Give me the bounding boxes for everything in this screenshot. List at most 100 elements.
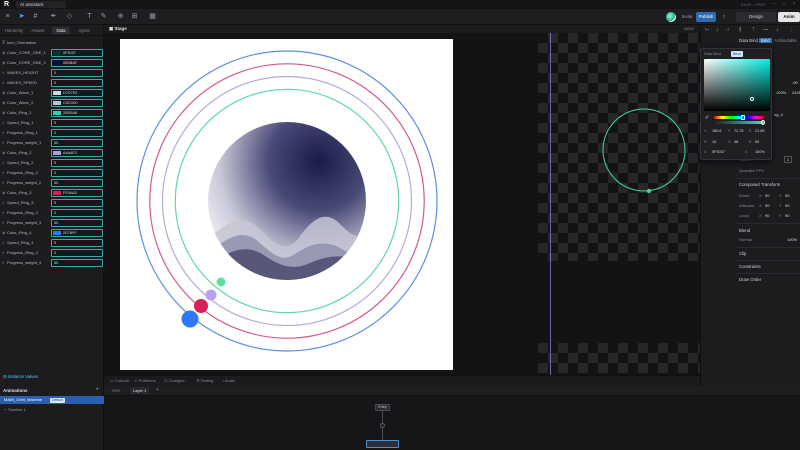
sv-picker-knob[interactable] <box>750 97 754 101</box>
align-right-icon[interactable]: ⊣ <box>725 27 729 33</box>
rotation-value[interactable]: 2405 <box>792 90 800 95</box>
saturation-brightness-area[interactable] <box>704 59 770 111</box>
color-value-field[interactable]: 0F3037 <box>51 49 103 57</box>
speed-input[interactable]: 1 <box>784 156 793 163</box>
align-center-icon[interactable]: ⊥ <box>715 27 719 33</box>
number-value-field[interactable]: 0 <box>51 79 103 87</box>
color-swatch[interactable] <box>53 61 61 65</box>
orbit-dot-1[interactable] <box>216 277 226 287</box>
tab-assets[interactable]: Assets <box>28 27 48 34</box>
x-value[interactable]: 90 <box>765 203 769 208</box>
bind-tab[interactable]: Bind <box>759 38 772 43</box>
constraints-header[interactable]: Constraints <box>739 264 761 269</box>
number-value-field[interactable]: 5 <box>51 119 103 127</box>
color-value-field[interactable]: A4A4E2 <box>51 149 103 157</box>
instance-values-toggle[interactable]: ⊟ Instance Values <box>3 374 38 380</box>
grid-tool-icon[interactable]: ▦ <box>148 12 157 21</box>
entry-node[interactable]: Entry <box>375 404 390 411</box>
graph-zoom[interactable]: 99% <box>112 388 120 393</box>
variable-row[interactable]: # Speed_Ring_1 5 <box>0 118 104 128</box>
invite-button[interactable]: Invite <box>680 12 694 22</box>
number-value-field[interactable]: 50 <box>51 259 103 267</box>
pen-tool-icon[interactable]: ✒ <box>49 12 58 21</box>
vertex-tool-icon[interactable]: ◇ <box>65 12 74 21</box>
variable-row[interactable]: # Progress_weight_4 50 <box>0 258 104 268</box>
add-tool-icon[interactable]: ⊕ <box>116 12 125 21</box>
variable-row[interactable]: # Progress_Ring_2 0 <box>0 168 104 178</box>
add-layer-icon[interactable]: + <box>156 387 159 393</box>
s-input[interactable]: 72.75 <box>734 129 744 133</box>
orbit-dot-3[interactable] <box>194 299 208 313</box>
align-middle-icon[interactable]: ⊶ <box>763 27 768 33</box>
variable-row[interactable]: # Progress_weight_1 50 <box>0 138 104 148</box>
orbit-dot-4[interactable] <box>181 310 199 328</box>
variable-row[interactable]: # WAVES_HEIGHT 0 <box>0 68 104 78</box>
opacity-value[interactable]: -90 <box>792 80 798 85</box>
variable-row[interactable]: ◉ Color_Ring_2 A4A4E2 <box>0 148 104 158</box>
number-value-field[interactable]: 0 <box>51 209 103 217</box>
picker-tab-data-bind[interactable]: Data Bind <box>704 51 721 57</box>
color-swatch[interactable] <box>53 51 61 55</box>
file-tab[interactable]: AI assistant <box>16 1 66 8</box>
number-value-field[interactable]: 0 <box>51 129 103 137</box>
b-input[interactable]: 21.65 <box>755 129 765 133</box>
hue-slider-knob[interactable] <box>741 115 745 120</box>
alpha-slider[interactable] <box>714 121 764 124</box>
composed-transform-header[interactable]: Composed Transform <box>739 182 780 187</box>
variable-row[interactable]: ◉ Color_CORE_ONE_2 0B0B4E <box>0 58 104 68</box>
color-value-field[interactable]: 0B0B4E <box>51 59 103 67</box>
variable-row[interactable]: # WAVES_SPEED 0 <box>0 78 104 88</box>
color-swatch[interactable] <box>53 111 61 115</box>
variable-row[interactable]: # Progress_weight_2 50 <box>0 178 104 188</box>
alpha-slider-knob[interactable] <box>761 120 765 125</box>
color-value-field[interactable]: 2D78FF <box>51 229 103 237</box>
blend-opacity[interactable]: 100% <box>787 237 797 242</box>
percent-value[interactable]: 100% <box>776 90 786 95</box>
number-value-field[interactable]: 50 <box>51 179 103 187</box>
variable-row[interactable]: ◉ Color_Wave_2 C0C0D0 <box>0 98 104 108</box>
close-button[interactable]: × <box>790 1 798 8</box>
minimize-button[interactable]: – <box>770 1 778 8</box>
r-input[interactable]: 15 <box>712 140 716 144</box>
align-bottom-icon[interactable]: ⊥ <box>775 27 779 33</box>
hue-slider[interactable] <box>714 116 764 119</box>
color-swatch[interactable] <box>53 101 61 105</box>
variable-row[interactable]: # Speed_Ring_4 5 <box>0 238 104 248</box>
picker-tab-bind[interactable]: Bind <box>731 51 743 57</box>
variable-row[interactable]: # Speed_Ring_2 5 <box>0 158 104 168</box>
color-swatch[interactable] <box>53 231 61 235</box>
alpha-input[interactable]: 100% <box>755 150 765 154</box>
frame-tool-icon[interactable]: # <box>31 12 40 21</box>
number-value-field[interactable]: 5 <box>51 159 103 167</box>
x-value[interactable]: 90 <box>765 193 769 198</box>
animation-state-node[interactable] <box>366 440 399 448</box>
animate-mode-button[interactable]: Anim <box>778 12 800 22</box>
tab-console[interactable]: ▭ Console <box>110 378 130 384</box>
color-value-field[interactable]: 2BD5A8 <box>51 109 103 117</box>
tab-problems[interactable]: ⚠ Problems <box>134 378 156 384</box>
publish-button[interactable]: Publish <box>696 12 716 22</box>
align-left-icon[interactable]: ⊢ <box>705 27 709 33</box>
blend-mode-select[interactable]: Normal <box>739 237 752 242</box>
tab-audio[interactable]: ♪ Audio <box>222 378 235 384</box>
variable-row[interactable]: ◉ Color_CORE_ONE_1 0F3037 <box>0 48 104 58</box>
transition-handle[interactable] <box>380 423 385 428</box>
unbindable-tab[interactable]: Unbindable <box>775 38 797 43</box>
variable-row[interactable]: # Speed_Ring_3 5 <box>0 198 104 208</box>
tab-testing[interactable]: ⚗ Testing <box>196 378 213 384</box>
h-input[interactable]: 180.6 <box>712 129 722 133</box>
hex-input[interactable]: 0F3037 <box>712 150 725 154</box>
data-bind-tab[interactable]: Data Bind <box>739 38 758 43</box>
color-value-field[interactable]: D7D7E0 <box>51 89 103 97</box>
y-value[interactable]: 90 <box>785 213 789 218</box>
number-value-field[interactable]: 0 <box>51 69 103 77</box>
share-icon[interactable]: ⇪ <box>718 12 730 22</box>
variable-row[interactable]: ≣ Icon_Orientation <box>0 38 104 48</box>
selected-ring-handle[interactable] <box>646 188 652 194</box>
text-tool-icon[interactable]: T <box>85 12 94 21</box>
layer-tab[interactable]: Layer 1 <box>130 387 150 394</box>
tab-data[interactable]: Data <box>52 27 70 34</box>
variable-row[interactable]: # Progress_Ring_4 0 <box>0 248 104 258</box>
stage-canvas[interactable] <box>104 33 700 375</box>
number-value-field[interactable]: 50 <box>51 139 103 147</box>
